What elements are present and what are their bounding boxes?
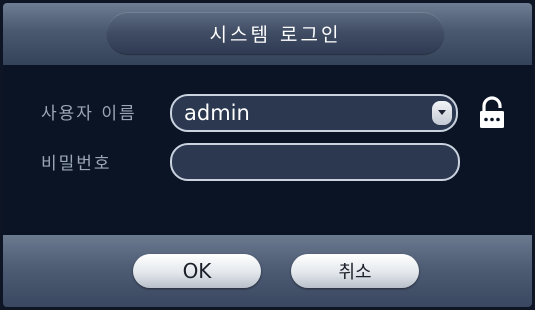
username-value: admin [184,101,250,125]
dialog-title: 시스템 로그인 [107,12,444,54]
ok-button-label: OK [182,259,212,283]
password-input[interactable] [170,143,460,181]
username-select[interactable]: admin [170,94,458,132]
chevron-down-icon [438,110,446,115]
username-dropdown-button[interactable] [432,101,452,125]
title-bar: 시스템 로그인 [3,3,532,65]
password-label: 비밀번호 [41,154,112,174]
cancel-button[interactable]: 취소 [291,254,419,288]
ok-button[interactable]: OK [133,254,261,288]
username-label: 사용자 이름 [41,104,137,124]
cancel-button-label: 취소 [338,262,372,283]
login-dialog: 시스템 로그인 사용자 이름 admin 비밀번호 OK 취소 [3,3,532,307]
button-bar: OK 취소 [3,235,532,307]
lock-icon[interactable] [477,96,507,130]
dialog-title-text: 시스템 로그인 [209,23,342,46]
